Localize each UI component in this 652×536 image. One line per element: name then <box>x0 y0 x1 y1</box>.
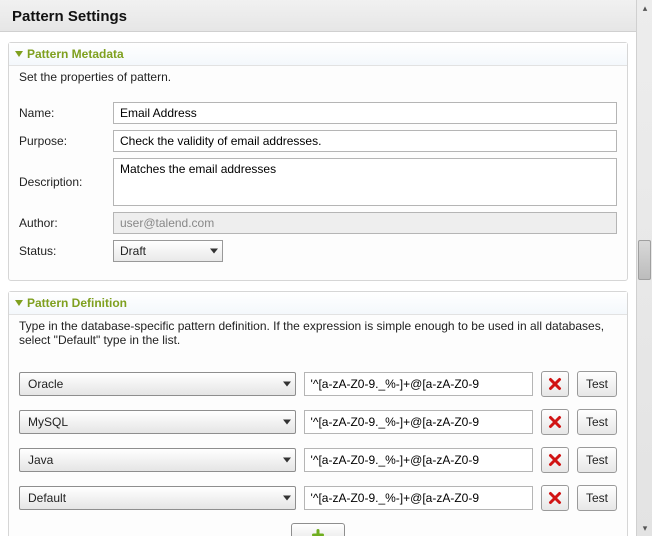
definition-row: Default Test <box>19 485 617 511</box>
purpose-input[interactable] <box>113 130 617 152</box>
delete-icon <box>548 377 562 391</box>
db-type-select[interactable]: Default <box>19 486 296 510</box>
delete-icon <box>548 453 562 467</box>
label-description: Description: <box>19 175 105 189</box>
chevron-down-icon <box>15 51 23 57</box>
add-row-container <box>19 523 617 536</box>
test-pattern-button[interactable]: Test <box>577 371 617 397</box>
title-bar: Pattern Settings <box>0 0 636 32</box>
page-title: Pattern Settings <box>12 8 624 25</box>
db-type-value: MySQL <box>28 415 68 429</box>
add-pattern-button[interactable] <box>291 523 345 536</box>
row-status: Status: Draft <box>19 240 617 262</box>
label-author: Author: <box>19 216 105 230</box>
label-name: Name: <box>19 106 105 120</box>
chevron-down-icon <box>15 300 23 306</box>
db-type-select[interactable]: Oracle <box>19 372 296 396</box>
db-type-select[interactable]: MySQL <box>19 410 296 434</box>
test-pattern-button[interactable]: Test <box>577 447 617 473</box>
pattern-settings-panel: Pattern Settings Pattern Metadata Set th… <box>0 0 636 536</box>
test-pattern-button[interactable]: Test <box>577 485 617 511</box>
section-desc-metadata: Set the properties of pattern. <box>9 66 627 92</box>
name-input[interactable] <box>113 102 617 124</box>
section-title-definition: Pattern Definition <box>27 296 127 310</box>
scrollbar-vertical[interactable]: ▴ ▾ <box>636 0 652 536</box>
db-type-value: Default <box>28 491 66 505</box>
description-textarea[interactable]: Matches the email addresses <box>113 158 617 206</box>
delete-icon <box>548 415 562 429</box>
label-status: Status: <box>19 244 105 258</box>
section-header-metadata[interactable]: Pattern Metadata <box>9 43 627 66</box>
chevron-down-icon <box>283 458 291 463</box>
db-type-select[interactable]: Java <box>19 448 296 472</box>
pattern-input[interactable] <box>304 410 533 434</box>
definition-row: Java Test <box>19 447 617 473</box>
section-title-metadata: Pattern Metadata <box>27 47 124 61</box>
add-icon <box>311 528 325 536</box>
scroll-down-icon[interactable]: ▾ <box>637 520 652 536</box>
section-pattern-metadata: Pattern Metadata Set the properties of p… <box>8 42 628 281</box>
chevron-down-icon <box>210 249 218 254</box>
section-header-definition[interactable]: Pattern Definition <box>9 292 627 315</box>
row-purpose: Purpose: <box>19 130 617 152</box>
section-pattern-definition: Pattern Definition Type in the database-… <box>8 291 628 536</box>
status-select[interactable]: Draft <box>113 240 223 262</box>
db-type-value: Oracle <box>28 377 63 391</box>
section-desc-definition: Type in the database-specific pattern de… <box>9 315 627 355</box>
row-description: Description: Matches the email addresses <box>19 158 617 206</box>
definition-row: MySQL Test <box>19 409 617 435</box>
pattern-input[interactable] <box>304 372 533 396</box>
chevron-down-icon <box>283 382 291 387</box>
db-type-value: Java <box>28 453 53 467</box>
delete-pattern-button[interactable] <box>541 371 569 397</box>
definition-row: Oracle Test <box>19 371 617 397</box>
section-body-metadata: Name: Purpose: Description: Matches the … <box>9 92 627 280</box>
delete-pattern-button[interactable] <box>541 485 569 511</box>
delete-pattern-button[interactable] <box>541 409 569 435</box>
chevron-down-icon <box>283 496 291 501</box>
pattern-input[interactable] <box>304 448 533 472</box>
section-body-definition: Oracle Test MySQL Test Java Test Default Test <box>9 355 627 536</box>
scrollbar-thumb[interactable] <box>638 240 651 280</box>
test-pattern-button[interactable]: Test <box>577 409 617 435</box>
delete-icon <box>548 491 562 505</box>
pattern-input[interactable] <box>304 486 533 510</box>
row-author: Author: <box>19 212 617 234</box>
label-purpose: Purpose: <box>19 134 105 148</box>
row-name: Name: <box>19 102 617 124</box>
delete-pattern-button[interactable] <box>541 447 569 473</box>
author-input <box>113 212 617 234</box>
status-value: Draft <box>120 244 146 258</box>
scroll-up-icon[interactable]: ▴ <box>637 0 652 16</box>
chevron-down-icon <box>283 420 291 425</box>
